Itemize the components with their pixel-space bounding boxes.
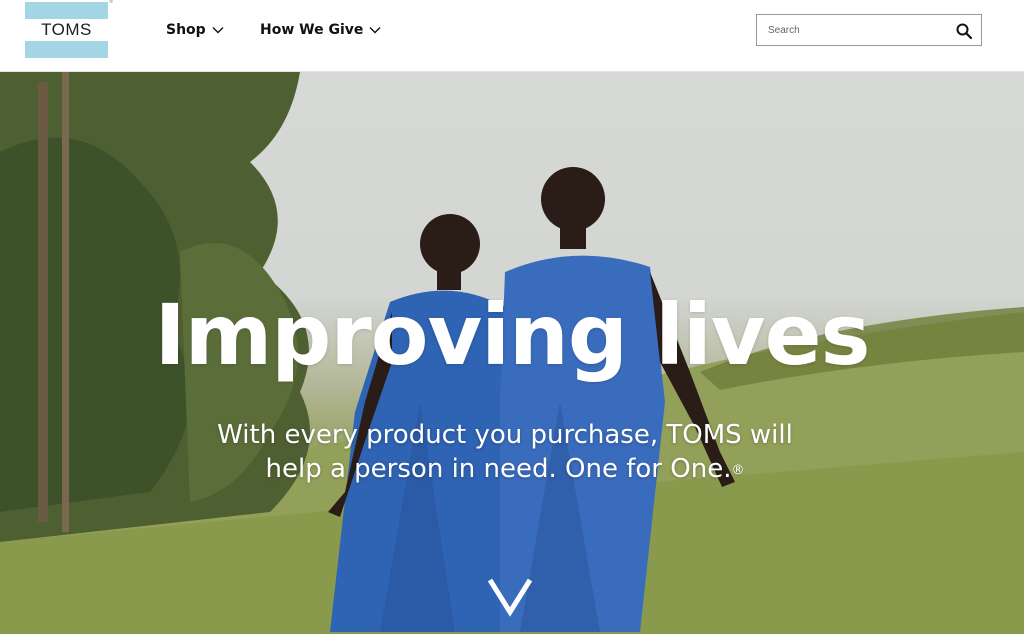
search-icon[interactable]: [955, 22, 973, 40]
logo-band-top: [25, 2, 108, 19]
hero-banner: Improving lives With every product you p…: [0, 72, 1024, 634]
logo-text: TOMS: [41, 20, 92, 39]
hero-subtitle: With every product you purchase, TOMS wi…: [180, 418, 830, 486]
search-input[interactable]: [757, 15, 947, 45]
chevron-down-icon: [212, 27, 224, 34]
logo-registered-mark: ®: [109, 0, 113, 5]
logo-band-bottom: [25, 41, 108, 58]
search-box: [756, 14, 982, 46]
chevron-down-icon[interactable]: [487, 577, 533, 617]
toms-logo[interactable]: TOMS ®: [25, 0, 113, 58]
hero-subtitle-line-2: help a person in need. One for One.: [265, 454, 732, 484]
nav-shop-label: Shop: [166, 22, 206, 38]
hero-title: Improving lives: [154, 286, 870, 384]
hero-subtitle-line-1: With every product you purchase, TOMS wi…: [217, 420, 793, 450]
registered-mark: ®: [731, 463, 745, 478]
site-header: TOMS ® Shop How We Give: [0, 0, 1024, 72]
nav-how-we-give[interactable]: How We Give: [260, 20, 381, 40]
nav-shop[interactable]: Shop: [166, 20, 224, 40]
chevron-down-icon: [369, 27, 381, 34]
nav-how-we-give-label: How We Give: [260, 22, 364, 38]
